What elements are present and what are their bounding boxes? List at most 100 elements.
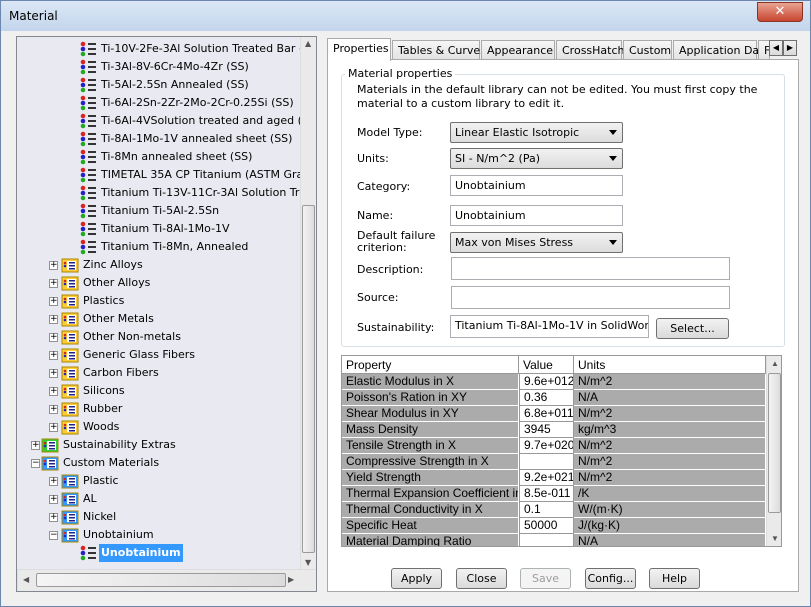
scroll-left-arrow[interactable]: ◀	[23, 575, 29, 584]
table-row: Tensile Strength in X 9.7e+020 N/m^2	[342, 438, 766, 454]
category-field[interactable]: Unobtainium	[450, 175, 623, 196]
value-cell[interactable]: 3945	[519, 422, 574, 438]
failure-criterion-dropdown[interactable]: Max von Mises Stress	[450, 232, 623, 253]
property-table: Material Damping Ratio N/A Specific Heat 50…	[341, 355, 782, 547]
sustainability-label: Sustainability:	[357, 321, 435, 334]
apply-button[interactable]: Apply	[391, 568, 442, 589]
failure-criterion-label: Default failure criterion:	[357, 229, 436, 254]
material-icon	[79, 77, 97, 93]
tab-properties[interactable]: Properties	[327, 38, 391, 61]
expander-toggle[interactable]: +	[49, 423, 58, 432]
folder-icon	[61, 527, 79, 543]
model-type-dropdown[interactable]: Linear Elastic Isotropic	[450, 122, 623, 143]
value-cell[interactable]: 0.1	[519, 502, 574, 518]
value-cell[interactable]: 50000	[519, 518, 574, 534]
property-cell: Thermal Conductivity in X	[342, 502, 519, 518]
units-cell: N/m^2	[574, 374, 766, 390]
expander-toggle[interactable]: +	[49, 405, 58, 414]
value-cell[interactable]	[519, 534, 574, 546]
tree-item-label: Titanium Ti-8Mn, Annealed	[101, 240, 249, 253]
library-icon	[41, 455, 59, 471]
units-cell: W/(m·K)	[574, 502, 766, 518]
units-dropdown[interactable]: SI - N/m^2 (Pa)	[450, 148, 623, 169]
tree-item-label: Woods	[83, 420, 120, 433]
tree-item-label: Unobtainium	[83, 528, 154, 541]
expander-toggle[interactable]: +	[49, 279, 58, 288]
expander-toggle[interactable]: +	[49, 315, 58, 324]
tree-item-label: Ti-10V-2Fe-3Al Solution Treated Bar (SS)	[101, 42, 317, 55]
tree-horizontal-scrollbar[interactable]: ◀ ▶	[17, 569, 316, 591]
expander-toggle[interactable]: +	[49, 351, 58, 360]
tree-item-label: Ti-3Al-8V-6Cr-4Mo-4Zr (SS)	[101, 60, 249, 73]
units-cell: kg/m^3	[574, 422, 766, 438]
tab-application-data[interactable]: Application Data	[673, 40, 770, 60]
chevron-down-icon	[609, 156, 617, 161]
tab-scroll-right[interactable]: ▶	[783, 40, 797, 56]
value-cell[interactable]: 9.2e+021	[519, 470, 574, 486]
material-icon	[79, 185, 97, 201]
table-row: Poisson's Ration in XY 0.36 N/A	[342, 390, 766, 406]
expander-toggle[interactable]: +	[49, 261, 58, 270]
select-button[interactable]: Select...	[656, 318, 729, 339]
material-icon	[79, 545, 97, 561]
tab-appearance[interactable]: Appearance	[481, 40, 555, 60]
table-scrollbar[interactable]: ▲ ▼	[766, 356, 781, 546]
property-cell: Shear Modulus in XY	[342, 406, 519, 422]
tab-crosshatch[interactable]: CrossHatch	[556, 40, 625, 60]
table-row: Compressive Strength in X N/m^2	[342, 454, 766, 470]
table-scroll-thumb[interactable]	[768, 373, 781, 513]
tab-custom[interactable]: Custom	[623, 40, 672, 60]
expander-toggle[interactable]: +	[49, 369, 58, 378]
expander-toggle[interactable]: −	[49, 531, 58, 540]
model-type-value: Linear Elastic Isotropic	[455, 126, 580, 139]
folder-icon	[61, 473, 79, 489]
tree-item-label: Titanium Ti-5Al-2.5Sn	[101, 204, 220, 217]
scroll-down-arrow[interactable]: ▼	[771, 534, 779, 543]
value-cell[interactable]: 8.5e-011	[519, 486, 574, 502]
tree-item-label: Custom Materials	[63, 456, 160, 469]
units-cell: J/(kg·K)	[574, 518, 766, 534]
expander-toggle[interactable]: −	[31, 459, 40, 468]
expander-toggle[interactable]: +	[49, 297, 58, 306]
expander-toggle[interactable]: +	[49, 495, 58, 504]
scroll-down-arrow[interactable]: ▼	[305, 558, 311, 567]
material-tree[interactable]: Unobtainium − Unobtainium + Nickel + AL + Plasti…	[16, 36, 317, 592]
tab-scroll-left[interactable]: ◀	[769, 40, 783, 56]
tree-scroll-thumb[interactable]	[302, 205, 315, 553]
category-label: Category:	[357, 180, 411, 193]
value-cell[interactable]: 9.6e+012	[519, 374, 574, 390]
tree-vertical-scrollbar[interactable]: ▲ ▼	[300, 37, 316, 569]
scroll-right-arrow[interactable]: ▶	[288, 575, 294, 584]
config-button[interactable]: Config...	[585, 568, 636, 589]
units-label: Units:	[357, 152, 389, 165]
read-only-notice: Materials in the default library can not…	[357, 83, 758, 110]
expander-toggle[interactable]: +	[49, 387, 58, 396]
name-field[interactable]: Unobtainium	[450, 205, 623, 226]
value-cell[interactable]: 0.36	[519, 390, 574, 406]
scroll-up-arrow[interactable]: ▲	[305, 39, 311, 48]
expander-toggle[interactable]: +	[49, 333, 58, 342]
tab-tables-curves[interactable]: Tables & Curves	[392, 40, 486, 60]
tree-item-label: Carbon Fibers	[83, 366, 159, 379]
material-icon	[79, 59, 97, 75]
value-cell[interactable]	[519, 454, 574, 470]
help-button[interactable]: Help	[649, 568, 700, 589]
scroll-up-arrow[interactable]: ▲	[771, 359, 779, 368]
description-field[interactable]	[451, 257, 730, 280]
value-cell[interactable]: 9.7e+020	[519, 438, 574, 454]
property-cell: Specific Heat	[342, 518, 519, 534]
source-field[interactable]	[451, 286, 730, 309]
expander-toggle[interactable]: +	[31, 441, 40, 450]
close-window-button[interactable]: ✕	[757, 2, 803, 22]
close-button[interactable]: Close	[456, 568, 507, 589]
expander-toggle[interactable]: +	[49, 513, 58, 522]
tree-hscroll-thumb[interactable]	[36, 573, 286, 587]
value-cell[interactable]: 6.8e+011	[519, 406, 574, 422]
property-cell: Thermal Expansion Coefficient in X	[342, 486, 519, 502]
folder-icon	[61, 383, 79, 399]
tree-item-label: Other Non-metals	[83, 330, 181, 343]
folder-icon	[61, 293, 79, 309]
sustainability-field[interactable]: Titanium Ti-8Al-1Mo-1V in SolidWorks Ma	[450, 315, 649, 338]
expander-toggle[interactable]: +	[49, 477, 58, 486]
material-icon	[79, 167, 97, 183]
